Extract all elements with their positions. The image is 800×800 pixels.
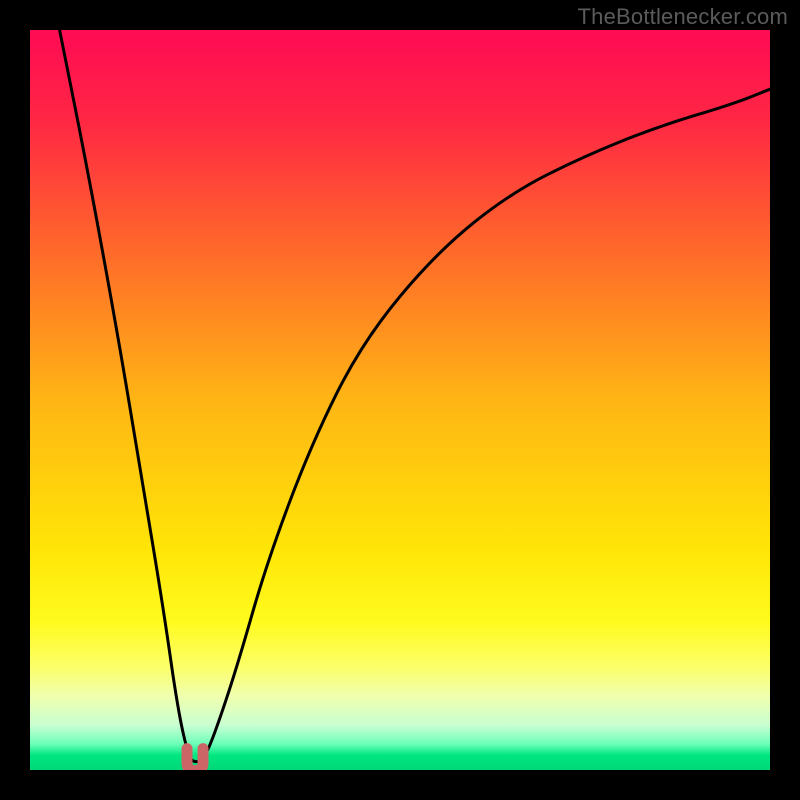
bottleneck-curve xyxy=(30,30,770,770)
chart-frame: TheBottlenecker.com xyxy=(0,0,800,800)
watermark-text: TheBottlenecker.com xyxy=(578,4,788,30)
min-marker xyxy=(187,749,203,770)
plot-area xyxy=(30,30,770,770)
